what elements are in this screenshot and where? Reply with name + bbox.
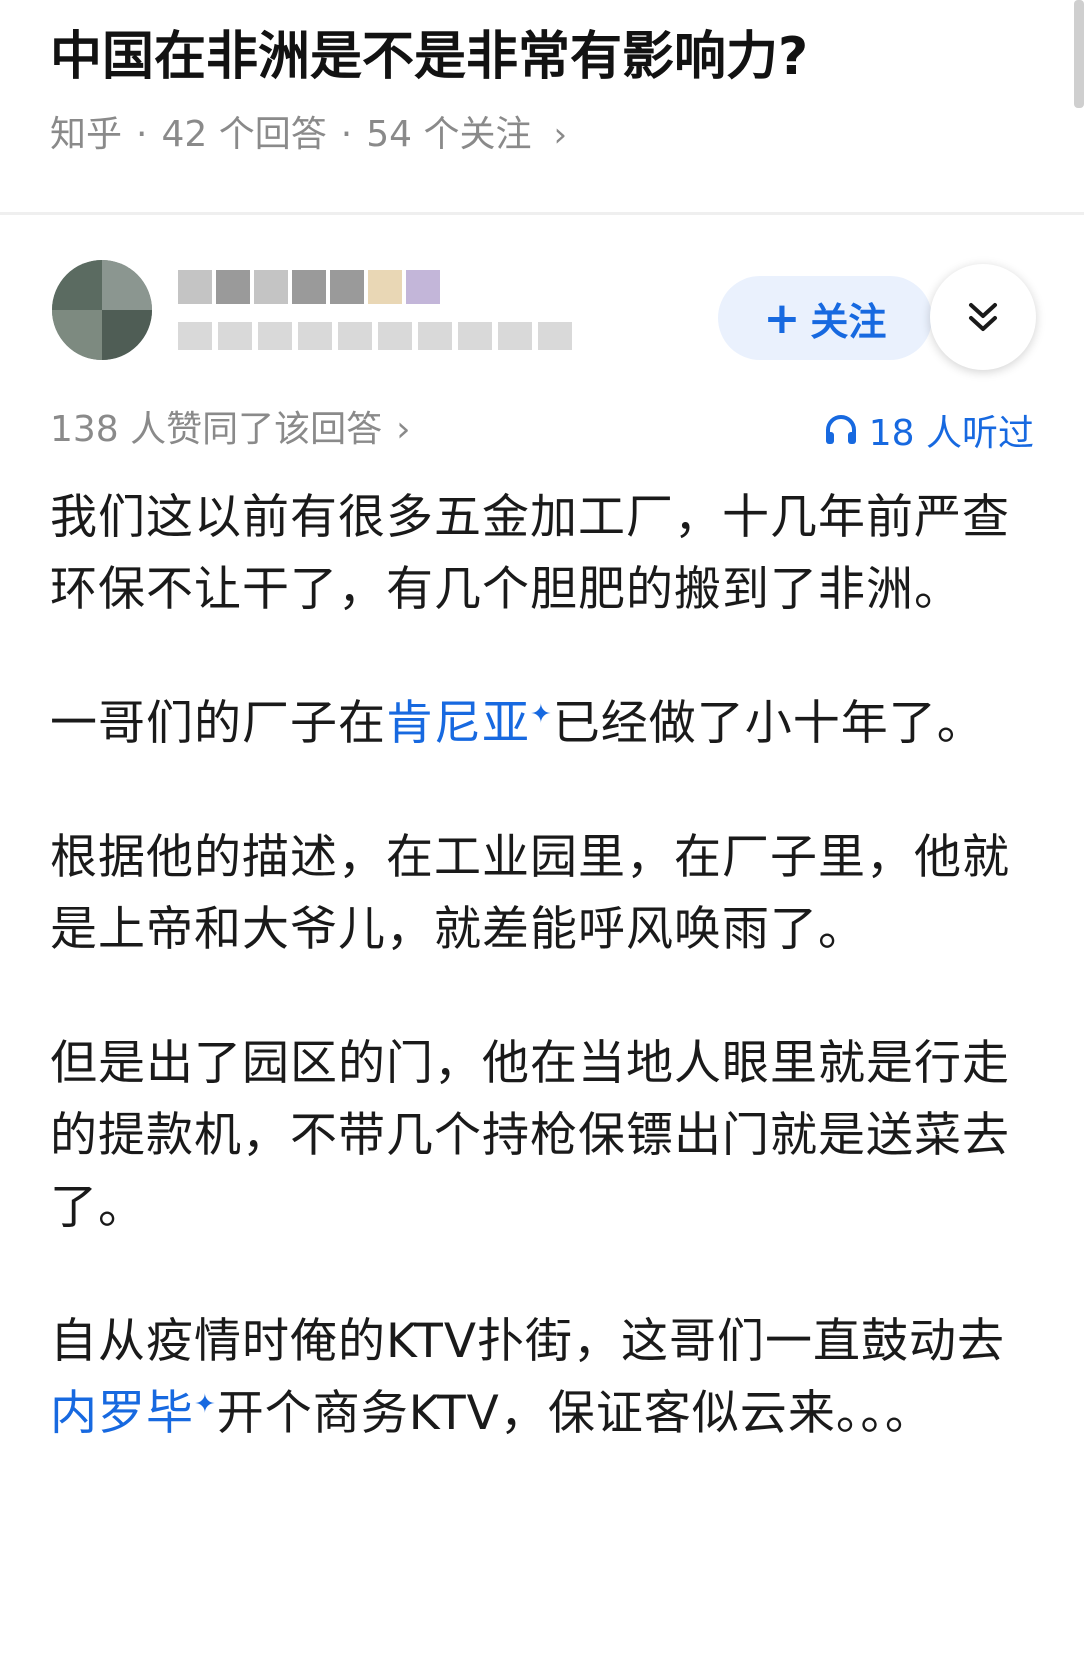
double-chevron-down-icon [969, 303, 997, 331]
text-span: 自从疫情时俺的KTV扑街，这哥们一直鼓动去 [50, 1314, 1006, 1369]
upvote-label: 138 人赞同了该回答 [50, 409, 383, 450]
answer-paragraph: 根据他的描述，在工业园里，在厂子里，他就是上帝和大爷儿，就差能呼风唤雨了。 [50, 830, 1010, 957]
plus-icon: + [763, 292, 801, 344]
headphones-icon [823, 412, 859, 448]
meta-separator: · [136, 114, 148, 155]
divider [0, 212, 1084, 215]
nairobi-link[interactable]: 内罗毕 [50, 1386, 194, 1441]
answer-count: 42 个回答 [161, 114, 327, 155]
answer-body: 我们这以前有很多五金加工厂，十几年前严查环保不让干了，有几个胆肥的搬到了非洲。 … [50, 482, 1040, 1512]
answer-paragraph: 自从疫情时俺的KTV扑街，这哥们一直鼓动去内罗毕✦开个商务KTV，保证客似云来。… [50, 1306, 1040, 1450]
text-span: 已经做了小十年了。 [552, 696, 985, 751]
kenya-link[interactable]: 肯尼亚 [386, 696, 530, 751]
answer-paragraph: 但是出了园区的门，他在当地人眼里就是行走的提款机，不带几个持枪保镖出门就是送菜去… [50, 1036, 1010, 1235]
text-span: 一哥们的厂子在 [50, 696, 386, 751]
answer-paragraph: 我们这以前有很多五金加工厂，十几年前严查环保不让干了，有几个胆肥的搬到了非洲。 [50, 490, 1010, 617]
meta-separator: · [340, 114, 353, 155]
follower-count: 54 个关注 [366, 114, 532, 155]
collapse-button[interactable] [930, 264, 1036, 370]
sparkle-icon: ✦ [530, 699, 553, 730]
chevron-right-icon: › [553, 115, 568, 155]
author-row: + 关注 [0, 240, 1084, 390]
follow-button[interactable]: + 关注 [718, 276, 932, 360]
author-bio-blurred [178, 322, 572, 350]
sparkle-icon: ✦ [194, 1389, 217, 1420]
stats-row: 138 人赞同了该回答 › 18 人听过 [0, 402, 1084, 458]
avatar[interactable] [52, 260, 152, 360]
listen-count[interactable]: 18 人听过 [823, 402, 1034, 458]
chevron-right-icon: › [396, 409, 411, 450]
text-span: 开个商务KTV，保证客似云来。。。 [216, 1386, 933, 1441]
upvote-count[interactable]: 138 人赞同了该回答 › [50, 402, 411, 458]
listen-label: 18 人听过 [868, 413, 1034, 454]
answer-paragraph: 一哥们的厂子在肯尼亚✦已经做了小十年了。 [50, 688, 1040, 760]
site-name: 知乎 [50, 114, 123, 155]
question-title[interactable]: 中国在非洲是不是非常有影响力? [50, 22, 808, 92]
question-meta[interactable]: 知乎 · 42 个回答 · 54 个关注 › [50, 108, 567, 162]
author-name-blurred[interactable] [178, 270, 440, 304]
follow-label: 关注 [810, 299, 887, 344]
question-header[interactable]: 中国在非洲是不是非常有影响力? 知乎 · 42 个回答 · 54 个关注 › [0, 0, 1084, 212]
